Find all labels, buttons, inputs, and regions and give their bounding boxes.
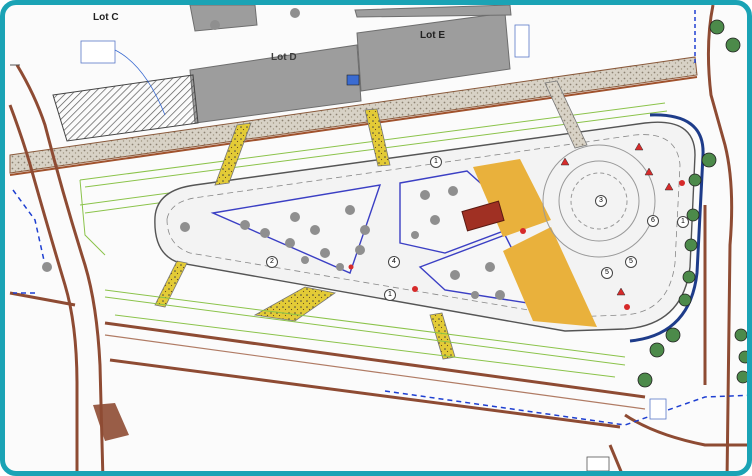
building-top-fragment — [354, 5, 512, 18]
building-top-fragment — [189, 5, 258, 32]
marker-1: 1 — [430, 156, 442, 168]
site-plan-drawing — [8, 5, 747, 471]
marker-4: 4 — [388, 256, 400, 268]
marker-1: 1 — [384, 289, 396, 301]
sidewalk-south-1 — [104, 321, 646, 399]
site-plan-frame: Lot C Lot D Lot E 1 1 2 3 4 5 5 6 1 — [0, 0, 752, 476]
marker-1: 1 — [677, 216, 689, 228]
info-sign — [346, 74, 360, 86]
annotation-box — [80, 40, 116, 64]
ramp-west — [93, 403, 129, 441]
marker-5: 5 — [625, 256, 637, 268]
annotation-box — [514, 24, 530, 58]
annotation-box — [649, 398, 667, 420]
lot-d-label: Lot D — [271, 52, 297, 63]
lot-c-label: Lot C — [93, 12, 119, 23]
marker-5: 5 — [601, 267, 613, 279]
building-lot-e — [356, 12, 511, 92]
planting-strip — [429, 312, 456, 360]
lot-e-label: Lot E — [420, 30, 445, 41]
marker-3: 3 — [595, 195, 607, 207]
planting-strip — [253, 286, 336, 322]
marker-2: 2 — [266, 256, 278, 268]
annotation-box — [586, 456, 610, 471]
marker-6: 6 — [647, 215, 659, 227]
